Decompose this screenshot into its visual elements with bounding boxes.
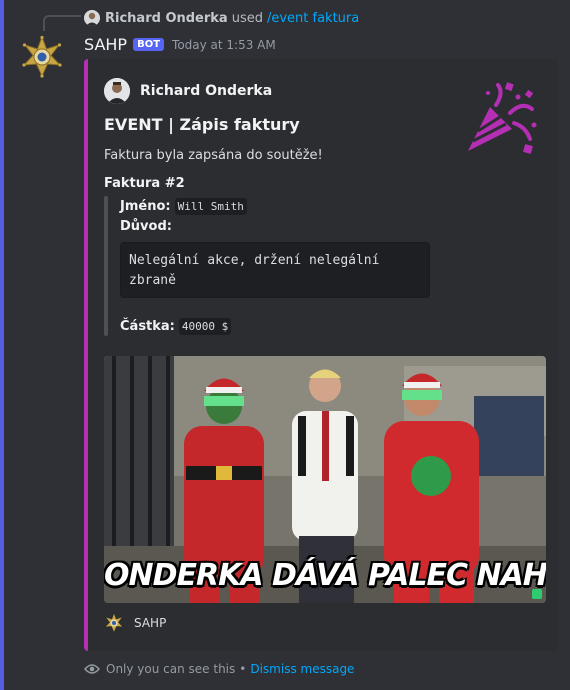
reason-codeblock[interactable]: Nelegální akce, držení nelegální zbraně <box>120 242 430 298</box>
ephemeral-text: Only you can see this <box>106 662 236 676</box>
bot-name[interactable]: SAHP <box>84 35 127 54</box>
reply-connector <box>43 15 81 31</box>
dismiss-message-link[interactable]: Dismiss message <box>250 662 354 676</box>
sheriff-star-icon <box>22 35 62 78</box>
embed-thumbnail[interactable] <box>460 79 540 159</box>
reply-username[interactable]: Richard Onderka <box>105 11 228 26</box>
ephemeral-notice: Only you can see this • Dismiss message <box>84 662 354 676</box>
message-header: SAHP BOT Today at 1:53 AM <box>84 35 276 54</box>
image-caption: ONDERKA DÁVÁ PALEC NAHORU <box>104 558 546 593</box>
bot-badge: BOT <box>133 38 165 51</box>
user-avatar-icon <box>104 78 130 104</box>
embed-card: Richard Onderka EVENT | Zápis faktury Fa… <box>84 59 558 651</box>
embed-description: Faktura byla zapsána do soutěže! <box>104 148 323 163</box>
reply-used-text: used <box>231 10 263 26</box>
ephemeral-separator: • <box>239 662 247 676</box>
embed-author-avatar <box>104 78 130 104</box>
embed-title: EVENT | Zápis faktury <box>104 115 300 134</box>
embed-footer: SAHP <box>104 613 166 633</box>
reason-line-2: zbraně <box>129 273 176 288</box>
reason-line-1: Nelegální akce, držení nelegální <box>129 253 380 268</box>
name-value: Will Smith <box>174 198 247 215</box>
command-reply[interactable]: Richard Onderka used /event faktura <box>84 9 359 27</box>
amount-value: 40000 $ <box>178 318 232 335</box>
user-avatar-icon <box>84 10 100 26</box>
name-line: Jméno: Will Smith <box>120 198 247 215</box>
blockquote-bar <box>104 196 108 336</box>
reason-label: Důvod: <box>120 219 172 234</box>
embed-field-title: Faktura #2 <box>104 176 185 191</box>
party-popper-icon <box>468 82 537 154</box>
sheriff-star-icon <box>105 613 123 632</box>
name-label: Jméno: <box>120 199 171 214</box>
eye-icon <box>84 664 100 674</box>
reply-avatar[interactable] <box>84 10 100 26</box>
embed-author: Richard Onderka <box>104 78 272 104</box>
bot-avatar[interactable] <box>20 35 64 79</box>
embed-footer-text: SAHP <box>134 616 167 630</box>
embed-author-name: Richard Onderka <box>140 83 273 99</box>
gif-badge-icon[interactable] <box>532 589 542 599</box>
amount-line: Částka: 40000 $ <box>120 318 232 335</box>
reason-line: Důvod: <box>120 219 176 234</box>
amount-label: Částka: <box>120 319 175 334</box>
reply-command[interactable]: /event faktura <box>267 11 359 26</box>
embed-image[interactable]: ONDERKA DÁVÁ PALEC NAHORU <box>104 356 546 603</box>
highlight-bar <box>0 0 4 690</box>
message-timestamp[interactable]: Today at 1:53 AM <box>172 38 276 52</box>
